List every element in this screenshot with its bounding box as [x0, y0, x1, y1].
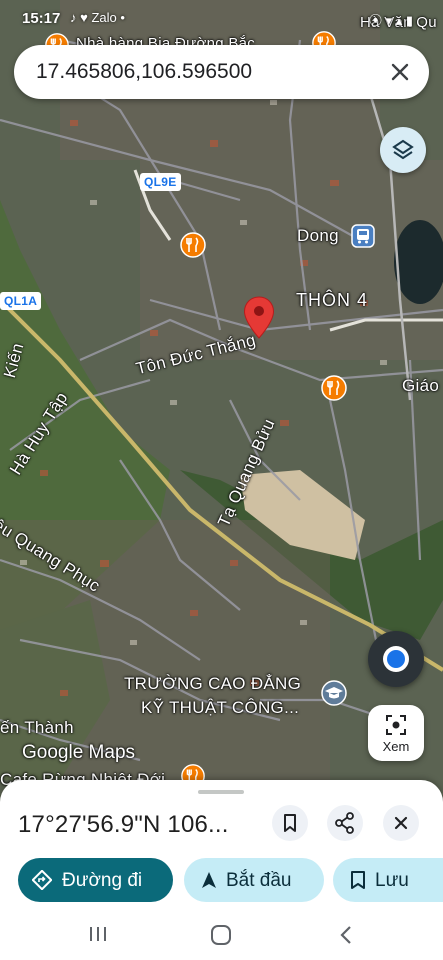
road-shield-ql9e: QL9E: [140, 173, 181, 191]
bus-stop-icon[interactable]: [351, 224, 375, 248]
map-label-truong-cd-1: TRƯỜNG CAO ĐẲNG: [124, 674, 302, 693]
status-bar: 15:17 ♪ ♥ Zalo • ⦿ ▾ ▴ ▮: [0, 0, 443, 36]
directions-button[interactable]: Đường đi: [18, 858, 173, 902]
place-coordinates-title: 17°27'56.9"N 106...: [18, 811, 229, 838]
share-icon: [335, 812, 354, 834]
home-icon[interactable]: [210, 924, 232, 946]
bookmark-icon: [284, 814, 296, 832]
search-bar[interactable]: 17.465806,106.596500: [14, 45, 429, 99]
save-bookmark-button[interactable]: [272, 805, 308, 841]
layers-icon: [392, 139, 414, 160]
close-icon: [394, 816, 408, 830]
notification-icons: ♪ ♥ Zalo •: [70, 10, 125, 25]
start-label: Bắt đầu: [226, 870, 292, 891]
share-button[interactable]: [327, 805, 363, 841]
map-label-truong-cd-2: KỸ THUẬT CÔNG...: [141, 698, 300, 717]
my-location-button[interactable]: [368, 631, 424, 687]
map-label-hien-thanh: ến Thành: [0, 718, 74, 737]
recent-apps-icon[interactable]: [86, 924, 110, 944]
directions-label: Đường đi: [62, 870, 143, 891]
drag-handle[interactable]: [198, 790, 244, 794]
street-view-label: Xem: [382, 739, 410, 754]
save-button[interactable]: Lưu: [333, 858, 443, 902]
start-navigation-button[interactable]: Bắt đầu: [184, 858, 324, 902]
search-query-text[interactable]: 17.465806,106.596500: [36, 60, 252, 84]
restaurant-icon[interactable]: [320, 374, 348, 402]
road-shield-ql1a: QL1A: [0, 292, 42, 310]
layers-button[interactable]: [380, 127, 426, 173]
navigation-arrow-icon: [202, 872, 216, 888]
street-view-icon: [386, 715, 406, 735]
close-icon[interactable]: [385, 57, 415, 87]
my-location-icon: [383, 646, 409, 672]
system-navigation-bar: [0, 912, 443, 960]
status-time: 15:17: [22, 10, 61, 27]
map-label-giao: Giáo: [402, 376, 440, 395]
save-label: Lưu: [375, 870, 409, 891]
location-pin-icon[interactable]: [243, 296, 275, 340]
restaurant-icon[interactable]: [179, 231, 207, 259]
school-icon[interactable]: [320, 679, 348, 707]
back-icon[interactable]: [336, 924, 356, 946]
close-sheet-button[interactable]: [383, 805, 419, 841]
google-maps-logo: Google Maps: [22, 742, 136, 763]
map-label-thon4: THÔN 4: [296, 290, 369, 310]
directions-icon: [32, 870, 52, 890]
system-status-icons: ⦿ ▾ ▴ ▮: [368, 13, 413, 28]
bookmark-icon: [351, 871, 365, 889]
street-view-button[interactable]: Xem: [368, 705, 424, 761]
map-label-dong: Dong: [297, 226, 339, 245]
